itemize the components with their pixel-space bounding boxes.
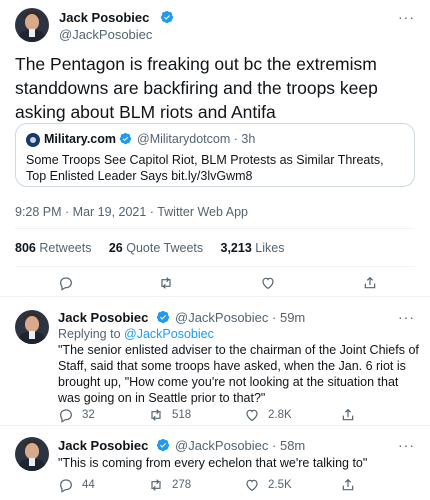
more-options-icon[interactable]: ··· — [398, 437, 415, 453]
avatar[interactable] — [15, 8, 49, 42]
military-logo-icon — [26, 133, 40, 147]
divider — [15, 228, 415, 229]
reply-icon — [60, 277, 72, 291]
verified-badge-icon — [156, 310, 170, 324]
tweet-timestamp[interactable]: 9:28 PM · Mar 19, 2021 · Twitter Web App — [15, 205, 248, 219]
reply-meta[interactable]: @JackPosobiec · 58m — [175, 438, 305, 453]
engagement-stats: 806 Retweets 26 Quote Tweets 3,213 Likes — [15, 241, 284, 255]
reply-text: "The senior enlisted adviser to the chai… — [58, 343, 419, 405]
reply-count: 32 — [82, 409, 95, 421]
share-icon — [364, 276, 376, 289]
verified-badge-icon — [119, 132, 132, 145]
verified-badge-icon — [156, 438, 170, 452]
author-handle[interactable]: @JackPosobiec — [59, 27, 152, 42]
reply-button[interactable] — [58, 275, 74, 291]
share-button[interactable] — [340, 477, 356, 493]
share-icon — [342, 408, 354, 421]
heart-icon — [246, 479, 258, 492]
quotes-label[interactable]: Quote Tweets — [126, 241, 203, 255]
avatar[interactable] — [15, 437, 49, 471]
reply-button[interactable]: 32 — [58, 407, 95, 423]
avatar[interactable] — [15, 310, 49, 344]
author-name[interactable]: Jack Posobiec — [58, 438, 148, 453]
quoted-source-name: Military.com — [44, 132, 117, 146]
reply-tweet[interactable]: Jack Posobiec @JackPosobiec · 59m ··· Re… — [0, 298, 430, 426]
more-options-icon[interactable]: ··· — [398, 309, 415, 325]
heart-icon — [246, 409, 258, 422]
retweet-button[interactable]: 518 — [148, 407, 191, 423]
author-name[interactable]: Jack Posobiec — [59, 10, 149, 25]
reply-icon — [60, 479, 72, 493]
like-count: 2.8K — [268, 409, 292, 421]
reply-meta[interactable]: @JackPosobiec · 59m — [175, 310, 305, 325]
reply-tweet[interactable]: Jack Posobiec @JackPosobiec · 58m ··· "T… — [0, 427, 430, 500]
reply-button[interactable]: 44 — [58, 477, 95, 493]
likes-count[interactable]: 3,213 — [221, 241, 252, 255]
verified-badge-icon — [160, 10, 174, 24]
quoted-source-handle: @Militarydotcom · 3h — [137, 132, 256, 146]
heart-icon — [262, 277, 274, 290]
tweet-text: The Pentagon is freaking out bc the extr… — [15, 54, 378, 122]
likes-label[interactable]: Likes — [255, 241, 284, 255]
replying-to-label: Replying to — [58, 327, 121, 341]
like-button[interactable] — [260, 275, 276, 291]
retweet-icon — [151, 479, 161, 491]
retweets-count[interactable]: 806 — [15, 241, 36, 255]
like-count: 2.5K — [268, 479, 292, 491]
retweet-button[interactable]: 278 — [148, 477, 191, 493]
like-button[interactable]: 2.8K — [244, 407, 292, 423]
author-name[interactable]: Jack Posobiec — [58, 310, 148, 325]
retweets-label[interactable]: Retweets — [39, 241, 91, 255]
retweet-count: 278 — [172, 479, 192, 491]
like-button[interactable]: 2.5K — [244, 477, 292, 493]
replying-to: Replying to @JackPosobiec — [58, 326, 420, 342]
retweet-button[interactable] — [158, 275, 174, 291]
retweet-icon — [151, 409, 161, 421]
retweet-icon — [161, 277, 171, 289]
quoted-tweet[interactable]: Military.com @Militarydotcom · 3h Some T… — [15, 123, 415, 187]
main-tweet: Jack Posobiec @JackPosobiec ··· The Pent… — [0, 0, 430, 297]
reply-text: "This is coming from every echelon that … — [58, 456, 368, 470]
quoted-tweet-text: Some Troops See Capitol Riot, BLM Protes… — [26, 153, 384, 183]
share-button[interactable] — [340, 407, 356, 423]
replying-to-handle[interactable]: @JackPosobiec — [124, 327, 214, 341]
quotes-count[interactable]: 26 — [109, 241, 123, 255]
reply-icon — [60, 409, 72, 423]
retweet-count: 518 — [172, 409, 192, 421]
share-icon — [342, 478, 354, 491]
reply-count: 44 — [82, 479, 95, 491]
divider — [15, 266, 415, 267]
share-button[interactable] — [362, 275, 378, 291]
more-options-icon[interactable]: ··· — [398, 9, 415, 25]
